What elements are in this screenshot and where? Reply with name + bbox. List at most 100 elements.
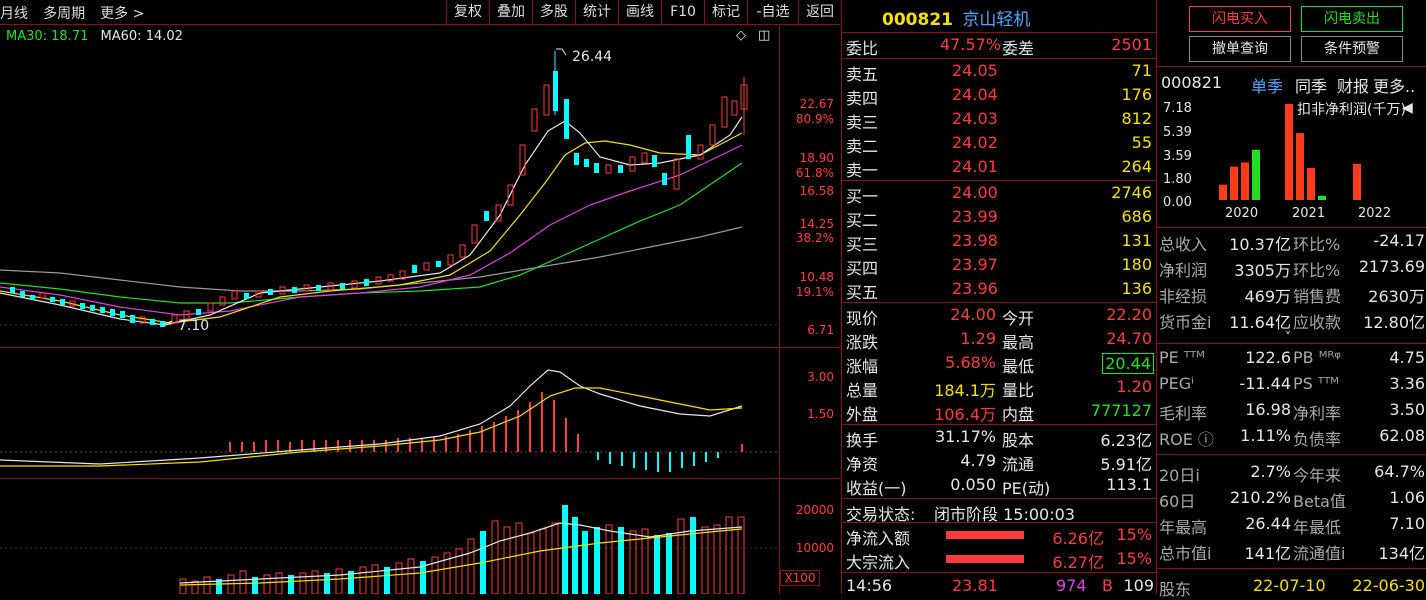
flow-bar [946,555,1024,563]
fund-row: 收益(一) 0.050 PE(动) 113.1 [846,475,1152,498]
tab-more[interactable]: 更多.. [1373,73,1415,97]
period-monthly[interactable]: 月线 [0,6,28,22]
val-row: ROE ⓘ 1.11% 负债率 62.08 [1159,426,1425,449]
profit-bar-2020Q1 [1219,184,1227,200]
high-price-label: 26.44 [572,49,613,65]
draw-button[interactable]: 画线 [618,0,661,24]
profit-bar-2021Q3 [1307,167,1315,200]
sell-row[interactable]: 卖五 24.05 71 [842,59,1156,84]
ma-white-line [0,116,743,326]
profit-bar-2022Q1 [1353,163,1361,200]
low-price-box: 20.44 [1102,353,1154,374]
shareholder-row[interactable]: 股东 22-07-10 22-06-30 [1157,574,1425,600]
dea-line [0,387,743,467]
remove-watchlist-button[interactable]: -自选 [747,0,798,24]
weibi-row: 委比 47.57% 委差 2501 [842,33,1156,58]
fin-ytick: 5.39 [1163,125,1192,140]
fin-row: 非经损 469万 销售费 2630万 [1159,287,1425,306]
divider [1157,227,1426,228]
weicha-label: 委差 [1002,39,1035,58]
buy-row[interactable]: 买五 23.96 136 [842,277,1156,302]
profit-bar-chart[interactable] [1219,100,1419,204]
buy-row[interactable]: 买三 23.98 131 [842,229,1156,254]
price-tick: 6.71 [807,323,834,337]
tick-row: 14:56 23.81 974 B 109 [846,576,1154,595]
f10-button[interactable]: F10 [661,0,704,24]
volume-bars [179,505,745,594]
buy-row[interactable]: 买四 23.97 180 [842,253,1156,278]
fib-tick: 61.8% [795,166,834,180]
period-multi[interactable]: 多周期 [43,6,85,22]
divider [1157,343,1426,344]
buy-row[interactable]: 买二 23.99 686 [842,205,1156,230]
quote-row: 涨跌 1.29 最高 24.70 [846,329,1152,352]
stock-name: 京山轻机 [962,10,1031,30]
multi-stock-button[interactable]: 多股 [532,0,575,24]
fin-year-label: 2021 [1292,206,1326,221]
profit-bar-2021Q2 [1296,133,1304,200]
price-tick: 18.90 [799,151,834,165]
perf-row: 20日i 2.7% 今年来 64.7% [1159,462,1425,485]
macd-chart[interactable] [0,348,780,478]
volume-tick: 10000 [795,541,834,555]
price-tick: 10.48 [799,270,834,284]
ma-yellow-line [0,132,743,324]
flow-row: 大宗流入 6.27亿 15% [846,549,1152,572]
fund-row: 换手 31.17% 股本 6.23亿 [846,427,1152,450]
sell-row[interactable]: 卖三 24.03 812 [842,107,1156,132]
macd-tick: 1.50 [807,407,834,421]
fin-ytick: 7.18 [1163,101,1192,116]
sell-row[interactable]: 卖一 24.01 264 [842,155,1156,180]
fin-tabs: 000821 单季 同季 财报 更多.. [1161,73,1423,96]
profit-bar-2020Q2 [1230,166,1238,200]
divider [842,572,1156,573]
profit-bar-2020Q4 [1252,149,1260,200]
volume-chart[interactable] [0,479,780,594]
perf-row: 60日 210.2% Beta值 1.06 [1159,488,1425,511]
weibi-value: 47.57% [940,35,1002,54]
kline-chart[interactable] [0,25,780,347]
cancel-query-button[interactable]: 撤单查询 [1189,36,1291,62]
fin-code: 000821 [1161,73,1223,92]
weicha-value: 2501 [1111,35,1152,54]
chart-area[interactable]: 月线 多周期 更多 > 复权 叠加 多股 统计 画线 F10 标记 -自选 返回… [0,0,840,594]
fin-row: 总收入 10.37亿 环比% -24.17 [1159,231,1425,254]
tab-report[interactable]: 财报 [1337,73,1369,97]
tab-quarter[interactable]: 单季 [1251,73,1283,97]
condition-alert-button[interactable]: 条件预警 [1301,36,1403,62]
flash-buy-button[interactable]: 闪电买入 [1189,6,1291,32]
stats-button[interactable]: 统计 [575,0,618,24]
quote-panel: 000821 京山轻机 委比 47.57% 委差 2501 卖五 24.05 71 … [841,0,1157,595]
sell-row[interactable]: 卖四 24.04 176 [842,83,1156,108]
flow-row: 净流入额 6.26亿 15% [846,525,1152,548]
divider [1157,454,1426,455]
profit-bar-2020Q3 [1241,162,1249,200]
chevron-down-icon[interactable]: ˅ [1285,330,1291,344]
tab-same-quarter[interactable]: 同季 [1295,73,1327,97]
stock-code: 000821 [882,10,953,30]
stock-header: 000821 京山轻机 [882,5,1030,30]
flash-sell-button[interactable]: 闪电卖出 [1301,6,1403,32]
buy-row[interactable]: 买一 24.00 2746 [842,181,1156,206]
profit-bar-2021Q4 [1318,195,1326,200]
weibi-label: 委比 [846,39,879,58]
perf-row: 总市值i 141亿 流通值i 134亿 [1159,544,1425,563]
dif-line [0,369,743,465]
mark-button[interactable]: 标记 [704,0,747,24]
val-row: PE ᵀᵀᴹ 122.6 PB ᴹᴿᵠ 4.75 [1159,348,1425,367]
back-button[interactable]: 返回 [798,0,841,24]
period-more[interactable]: 更多 > [100,6,144,22]
finance-panel: 闪电买入 闪电卖出 撤单查询 条件预警 000821 单季 同季 财报 更多..… [1157,0,1426,599]
val-row: 毛利率 16.98 净利率 3.50 [1159,400,1425,423]
quote-row: 涨幅 5.68% 最低 20.44 [842,351,1156,376]
shareholder-date2: 22-06-30 [1352,576,1425,595]
quote-row: 外盘 106.4万 内盘 777127 [846,401,1152,424]
adjust-button[interactable]: 复权 [446,0,489,24]
quote-row: 现价 24.00 今开 22.20 [846,305,1152,328]
shareholder-label: 股东 [1159,580,1192,599]
overlay-button[interactable]: 叠加 [489,0,532,24]
sell-row[interactable]: 卖二 24.02 55 [842,131,1156,156]
profit-bar-2021Q1 [1285,103,1293,200]
perf-row: 年最高 26.44 年最低 7.10 [1159,514,1425,537]
val-row: PEGⁱ -11.44 PS ᵀᵀᴹ 3.36 [1159,374,1425,393]
